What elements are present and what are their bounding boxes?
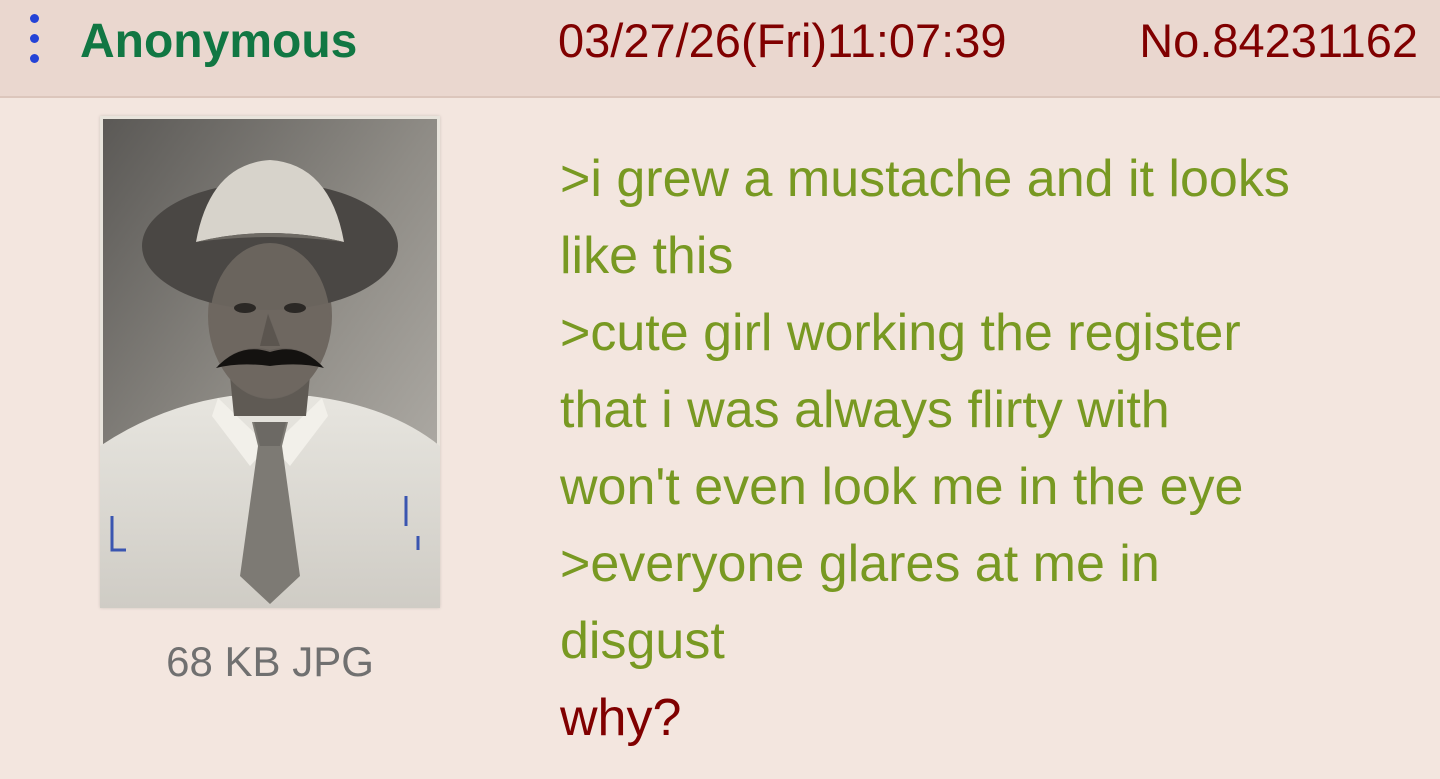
greentext-line: >i grew a mustache and it looks [560, 150, 1290, 208]
comment-line: why? [560, 689, 682, 747]
greentext-line: disgust [560, 612, 725, 670]
post-number[interactable]: No.84231162 [1139, 12, 1418, 70]
post-comment: >i grew a mustache and it looks like thi… [560, 141, 1420, 757]
menu-dot [30, 34, 39, 43]
file-info[interactable]: 68 KB JPG [100, 636, 440, 688]
post-menu-button[interactable] [18, 14, 54, 68]
poster-name[interactable]: Anonymous [80, 14, 357, 70]
greentext-line: won't even look me in the eye [560, 458, 1244, 516]
greentext-line: that i was always flirty with [560, 381, 1170, 439]
menu-dot [30, 54, 39, 63]
greentext-line: >everyone glares at me in [560, 535, 1160, 593]
post-image-thumbnail[interactable] [100, 116, 440, 608]
greentext-line: like this [560, 227, 734, 285]
post-header: Anonymous 03/27/26(Fri)11:07:39 No.84231… [0, 0, 1440, 98]
vintage-portrait-photo [100, 116, 440, 608]
menu-dot [30, 14, 39, 23]
greentext-line: >cute girl working the register [560, 304, 1241, 362]
post-datetime: 03/27/26(Fri)11:07:39 [558, 14, 1007, 67]
